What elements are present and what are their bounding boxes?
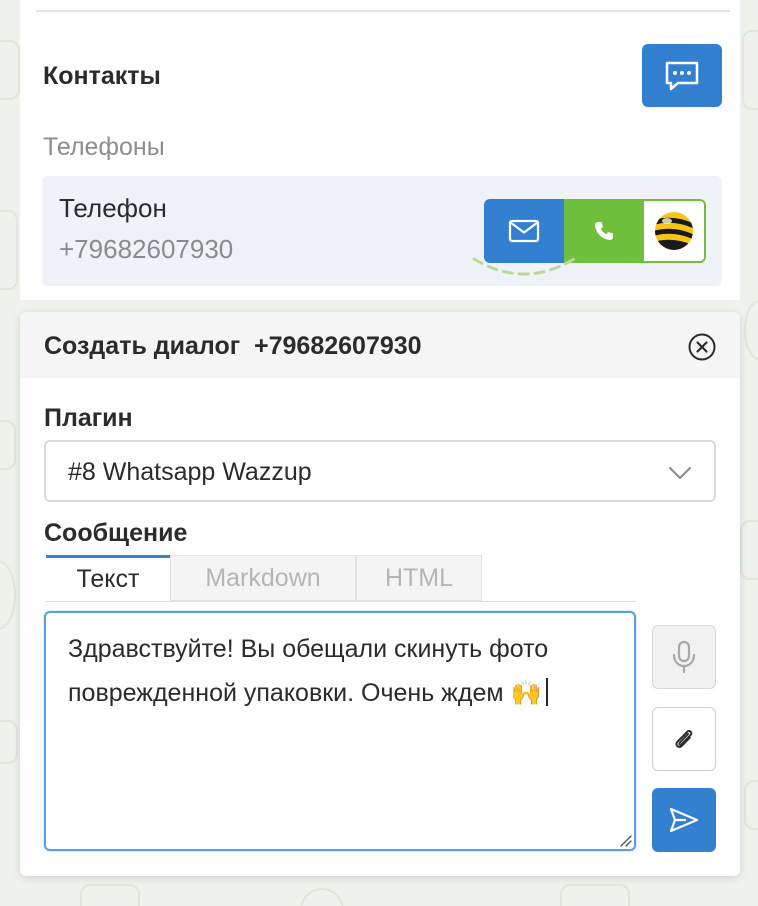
tab-text[interactable]: Текст — [46, 555, 170, 601]
chevron-down-icon — [669, 467, 691, 479]
contacts-title: Контакты — [43, 62, 161, 90]
message-text: Здравствуйте! Вы обещали скинуть фото по… — [68, 627, 608, 715]
operator-logo-icon — [655, 212, 693, 250]
send-message-button[interactable] — [484, 199, 564, 263]
send-icon — [669, 807, 699, 833]
message-textarea[interactable]: Здравствуйте! Вы обещали скинуть фото по… — [44, 611, 636, 851]
divider — [36, 10, 730, 12]
phone-type-label: Телефон — [59, 193, 167, 223]
plugin-select-value: #8 Whatsapp Wazzup — [68, 458, 312, 486]
dialog-title: Создать диалог +79682607930 — [44, 332, 422, 360]
phone-icon — [595, 222, 613, 240]
tabs-divider — [46, 601, 636, 602]
mail-icon — [508, 219, 540, 243]
microphone-icon — [672, 640, 696, 674]
close-icon[interactable] — [687, 332, 717, 362]
resize-handle-icon[interactable] — [616, 831, 632, 847]
text-caret — [545, 678, 548, 706]
phone-number[interactable]: +79682607930 — [59, 234, 233, 265]
paperclip-icon — [675, 729, 693, 748]
raised-hands-emoji: 🙌 — [510, 679, 542, 707]
send-button[interactable] — [652, 788, 716, 852]
phones-label: Телефоны — [43, 133, 165, 161]
message-format-tabs: Текст Markdown HTML — [46, 555, 482, 601]
attach-file-button[interactable] — [652, 707, 716, 771]
message-body: Здравствуйте! Вы обещали скинуть фото по… — [68, 635, 549, 707]
message-label: Сообщение — [44, 519, 188, 547]
call-button[interactable] — [564, 199, 644, 263]
loading-indicator — [472, 257, 576, 276]
chat-bubble-icon — [665, 61, 699, 90]
dialog-header: Создать диалог +79682607930 — [20, 312, 740, 378]
phone-card: Телефон +79682607930 — [42, 176, 722, 286]
phone-actions — [484, 199, 706, 263]
tab-html[interactable]: HTML — [356, 555, 482, 601]
chat-button[interactable] — [642, 44, 722, 107]
plugin-select[interactable]: #8 Whatsapp Wazzup — [44, 440, 716, 502]
create-dialog-popup: Создать диалог +79682607930 Плагин #8 Wh… — [20, 312, 740, 876]
tab-markdown[interactable]: Markdown — [170, 555, 356, 601]
operator-button[interactable] — [644, 199, 706, 263]
voice-record-button[interactable] — [652, 625, 716, 689]
plugin-label: Плагин — [44, 404, 133, 432]
